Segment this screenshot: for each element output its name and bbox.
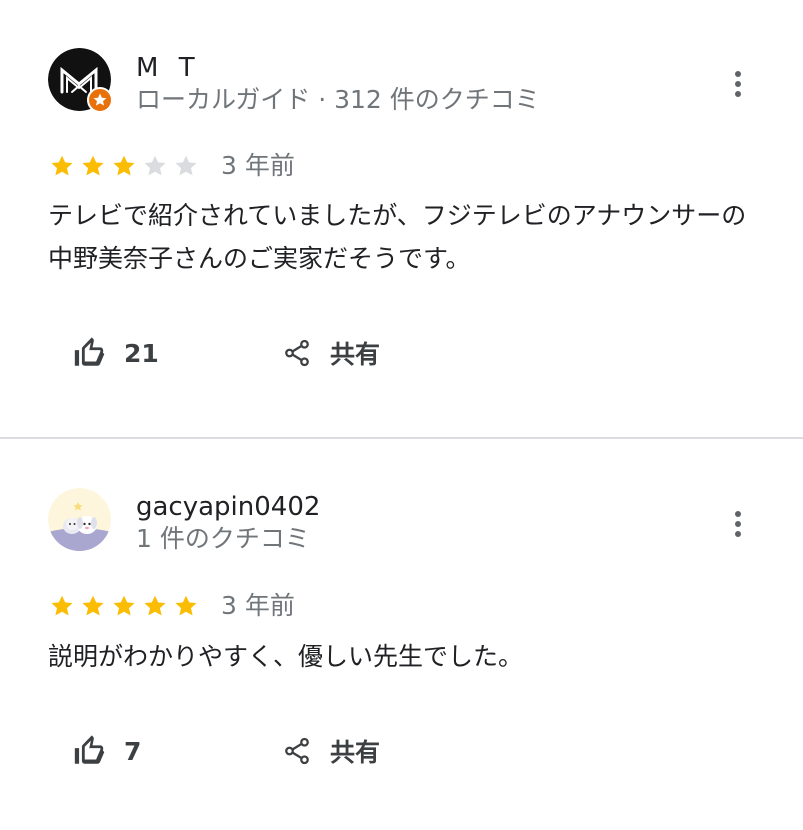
like-count: 7 <box>124 736 142 766</box>
star-filled-icon <box>144 595 166 616</box>
review-text: テレビで紹介されていましたが、フジテレビのアナウンサーの中野美奈子さんのご実家だ… <box>48 201 747 273</box>
star-filled-icon <box>51 155 73 176</box>
more-options-button[interactable] <box>722 506 754 542</box>
star-filled-icon <box>82 155 104 176</box>
review-text: 説明がわかりやすく、優しい先生でした。 <box>48 642 524 671</box>
local-guide-badge-icon <box>87 87 113 113</box>
share-label: 共有 <box>330 340 381 369</box>
star-filled-icon <box>82 595 104 616</box>
more-vert-icon <box>735 511 741 537</box>
author-name[interactable]: M T <box>136 52 201 84</box>
share-button[interactable]: 共有 <box>282 730 380 772</box>
star-rating <box>49 152 204 180</box>
review-card: M T ローカルガイド · 312 件のクチコミ 3 年前 テレビで紹介されてい… <box>0 0 803 437</box>
share-icon <box>285 339 309 367</box>
like-count: 21 <box>124 338 159 368</box>
more-options-button[interactable] <box>722 66 754 102</box>
star-filled-icon <box>175 595 197 616</box>
like-button[interactable]: 21 <box>72 332 159 374</box>
author-meta: 1 件のクチコミ <box>136 524 310 553</box>
share-icon <box>285 737 309 765</box>
star-filled-icon <box>51 595 73 616</box>
star-rating <box>49 592 204 620</box>
star-filled-icon <box>113 155 135 176</box>
review-date: 3 年前 <box>221 591 295 620</box>
thumb-up-icon <box>74 337 105 366</box>
author-meta: ローカルガイド · 312 件のクチコミ <box>136 85 540 114</box>
author-name[interactable]: gacyapin0402 <box>136 491 320 523</box>
share-button[interactable]: 共有 <box>282 332 380 374</box>
review-card: gacyapin0402 1 件のクチコミ 3 年前 説明がわかりやすく、優しい… <box>0 439 803 830</box>
thumb-up-icon <box>74 735 105 764</box>
review-date: 3 年前 <box>221 151 295 180</box>
author-avatar[interactable] <box>48 488 111 551</box>
star-empty-icon <box>175 155 197 176</box>
share-label: 共有 <box>330 738 381 767</box>
star-empty-icon <box>144 155 166 176</box>
like-button[interactable]: 7 <box>72 730 141 772</box>
more-vert-icon <box>735 71 741 97</box>
star-filled-icon <box>113 595 135 616</box>
